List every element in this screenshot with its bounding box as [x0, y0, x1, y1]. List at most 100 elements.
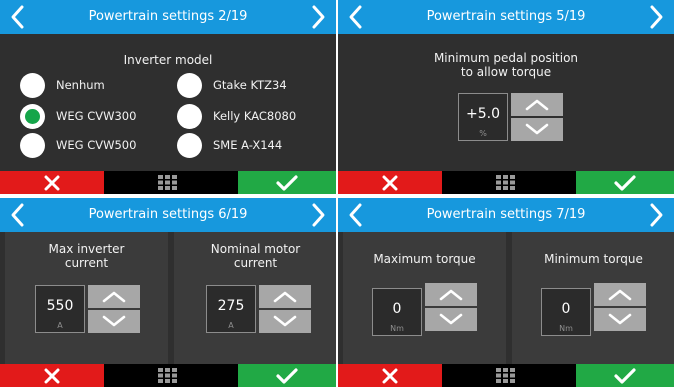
- screen-content: Inverter model Nenhum WEG CVW300 WEG CVW…: [0, 34, 336, 171]
- increment-button[interactable]: [259, 285, 311, 308]
- screen-title: Powertrain settings 7/19: [426, 207, 586, 222]
- check-icon: [276, 367, 298, 384]
- min-pedal-position-screen: Powertrain settings 5/19 Minimum pedal p…: [338, 0, 674, 194]
- increment-button[interactable]: [511, 93, 563, 116]
- decrement-button[interactable]: [259, 310, 311, 333]
- parameter-heading-line2: to allow torque: [460, 65, 552, 79]
- chevron-down-icon: [102, 315, 126, 327]
- parameter-unit: %: [479, 129, 487, 138]
- radio-label: Kelly KAC8080: [213, 109, 297, 123]
- parameter-value: 0: [392, 301, 402, 317]
- chevron-down-icon: [525, 123, 549, 135]
- parameter-unit: Nm: [390, 324, 404, 333]
- chevron-down-icon: [273, 315, 297, 327]
- parameter-unit: Nm: [559, 324, 573, 333]
- x-icon: [44, 368, 60, 383]
- cancel-button[interactable]: [0, 171, 104, 194]
- parameter-value: 275: [217, 298, 245, 314]
- cancel-button[interactable]: [0, 364, 104, 387]
- title-bar: Powertrain settings 5/19: [338, 0, 674, 34]
- radio-label: Nenhum: [56, 78, 105, 92]
- action-bar: [338, 171, 674, 194]
- title-bar: Powertrain settings 7/19: [338, 198, 674, 232]
- chevron-right-icon[interactable]: [306, 202, 330, 228]
- chevron-down-icon: [439, 313, 463, 325]
- check-icon: [276, 174, 298, 191]
- chevron-down-icon: [608, 313, 632, 325]
- value-stepper: [259, 285, 311, 333]
- parameter-unit: A: [228, 321, 234, 330]
- current-settings-screen: Powertrain settings 6/19 Max inverter cu…: [0, 198, 336, 387]
- radio-option-kelly-kac8080[interactable]: Kelly KAC8080: [177, 102, 296, 130]
- value-display: 0 Nm: [372, 288, 422, 336]
- radio-button[interactable]: [20, 132, 45, 158]
- parameter-heading: Minimum pedal position: [433, 51, 579, 65]
- chevron-right-icon[interactable]: [644, 202, 668, 228]
- value-display: 550 A: [35, 285, 85, 333]
- title-bar: Powertrain settings 6/19: [0, 198, 336, 232]
- title-bar: Powertrain settings 2/19: [0, 0, 336, 34]
- radio-label: WEG CVW500: [56, 138, 137, 152]
- radio-option-gtake-ktz34[interactable]: Gtake KTZ34: [177, 71, 287, 99]
- radio-button-selected[interactable]: [20, 103, 45, 129]
- screen-title: Powertrain settings 5/19: [426, 9, 586, 24]
- decrement-button[interactable]: [88, 310, 140, 333]
- cancel-button[interactable]: [338, 171, 442, 194]
- chevron-left-icon[interactable]: [344, 4, 368, 30]
- menu-button[interactable]: [154, 367, 182, 384]
- parameter-heading: Minimum torque: [544, 252, 643, 266]
- decrement-button[interactable]: [594, 308, 646, 331]
- chevron-left-icon[interactable]: [6, 202, 30, 228]
- radio-option-nenhum[interactable]: Nenhum: [20, 71, 105, 99]
- radio-option-weg-cvw300[interactable]: WEG CVW300: [20, 102, 136, 130]
- value-stepper: [425, 283, 477, 331]
- cancel-button[interactable]: [338, 364, 442, 387]
- chevron-right-icon[interactable]: [644, 4, 668, 30]
- value-stepper: [88, 285, 140, 333]
- x-icon: [382, 368, 398, 383]
- action-bar: [0, 364, 336, 387]
- increment-button[interactable]: [425, 283, 477, 306]
- decrement-button[interactable]: [511, 118, 563, 141]
- parameter-heading: Maximum torque: [373, 252, 476, 266]
- radio-button[interactable]: [177, 72, 202, 98]
- grid-icon: [496, 175, 515, 190]
- menu-button[interactable]: [492, 174, 520, 191]
- grid-icon: [158, 175, 177, 190]
- screen-content: Max inverter current 550 A Nominal motor…: [0, 232, 336, 364]
- chevron-right-icon[interactable]: [306, 4, 330, 30]
- inverter-model-heading: Inverter model: [123, 53, 213, 67]
- chevron-left-icon[interactable]: [344, 202, 368, 228]
- chevron-up-icon: [439, 289, 463, 301]
- screen-content: Minimum pedal position to allow torque +…: [338, 34, 674, 171]
- chevron-up-icon: [273, 291, 297, 303]
- parameter-heading-line2: current: [233, 256, 278, 270]
- radio-button[interactable]: [177, 103, 202, 129]
- radio-option-weg-cvw500[interactable]: WEG CVW500: [20, 131, 136, 159]
- radio-label: WEG CVW300: [56, 109, 137, 123]
- action-bar: [338, 364, 674, 387]
- radio-button[interactable]: [177, 132, 202, 158]
- menu-button[interactable]: [154, 174, 182, 191]
- confirm-button[interactable]: [576, 171, 674, 194]
- screen-title: Powertrain settings 6/19: [88, 207, 248, 222]
- value-display: +5.0 %: [458, 93, 508, 141]
- parameter-value: +5.0: [466, 106, 500, 122]
- check-icon: [614, 367, 636, 384]
- radio-button[interactable]: [20, 72, 45, 98]
- decrement-button[interactable]: [425, 308, 477, 331]
- radio-option-sme-a-x144[interactable]: SME A-X144: [177, 131, 282, 159]
- torque-settings-screen: Powertrain settings 7/19 Maximum torque …: [338, 198, 674, 387]
- increment-button[interactable]: [594, 283, 646, 306]
- grid-icon: [158, 368, 177, 383]
- parameter-heading: Max inverter: [48, 242, 125, 256]
- menu-button[interactable]: [492, 367, 520, 384]
- chevron-left-icon[interactable]: [6, 4, 30, 30]
- increment-button[interactable]: [88, 285, 140, 308]
- action-bar: [0, 171, 336, 194]
- x-icon: [44, 175, 60, 190]
- confirm-button[interactable]: [238, 364, 336, 387]
- chevron-up-icon: [102, 291, 126, 303]
- confirm-button[interactable]: [238, 171, 336, 194]
- confirm-button[interactable]: [576, 364, 674, 387]
